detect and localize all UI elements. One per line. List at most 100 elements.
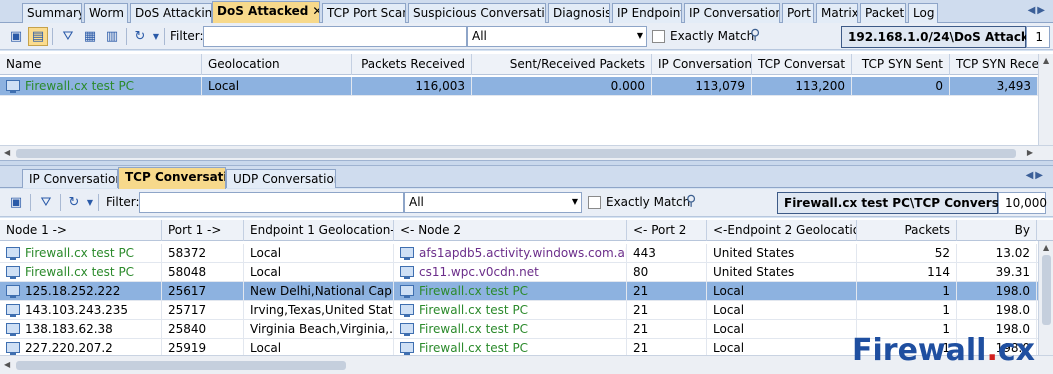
column-header[interactable]: <- Node 2: [394, 220, 627, 241]
computer-icon: [400, 247, 414, 260]
tab-tcp-conversation[interactable]: TCP Conversation: [118, 167, 226, 189]
geo1-cell: Local: [244, 263, 394, 282]
tab-diagnosis[interactable]: Diagnosis: [548, 3, 610, 23]
tab-ip-conversation-sub[interactable]: IP Conversation: [22, 169, 118, 188]
geo2-cell: United States: [707, 263, 857, 282]
tab-summary[interactable]: Summary: [22, 3, 82, 23]
tab-dos-attacked[interactable]: DoS Attacked✕: [212, 1, 320, 24]
top-toolbar: ▣ ▤ ⛛ ▦ ▥ ↻ ▼ Filter: All ▼ Exactly Match…: [0, 23, 1053, 50]
geo1-cell: Virginia Beach,Virginia,...: [244, 320, 394, 339]
computer-icon: [400, 342, 414, 355]
column-header[interactable]: IP Conversation: [652, 54, 752, 75]
scrollbar-thumb[interactable]: [1042, 255, 1051, 325]
close-icon[interactable]: ✕: [312, 4, 319, 18]
filter-input[interactable]: [139, 192, 404, 213]
bottom-grid-vertical-scrollbar[interactable]: ▲: [1038, 241, 1053, 359]
column-header[interactable]: <-Endpoint 2 Geolocation: [707, 220, 857, 241]
column-header[interactable]: Packets Received: [352, 54, 472, 75]
tab-packet[interactable]: Packet: [860, 3, 906, 23]
port2-cell: 21: [627, 282, 707, 301]
columns-icon[interactable]: ▥: [102, 27, 122, 46]
tab-matrix[interactable]: Matrix: [816, 3, 858, 23]
column-header[interactable]: Endpoint 1 Geolocation->: [244, 220, 394, 241]
exactly-match-label[interactable]: Exactly Match: [606, 195, 690, 209]
pin-icon[interactable]: ▤: [28, 27, 48, 46]
search-icon[interactable]: ⚲: [686, 193, 696, 209]
filter-scope-value: All: [409, 195, 424, 209]
tab-label: UDP Conversation: [233, 172, 336, 186]
ip-conversation-cell: 113,079: [652, 77, 752, 96]
scroll-left-icon[interactable]: ◀: [4, 360, 10, 369]
filter-input[interactable]: [203, 26, 467, 47]
scroll-right-icon[interactable]: ▶: [1027, 148, 1033, 157]
geo2-cell: Local: [707, 301, 857, 320]
table-row[interactable]: 125.18.252.222 25617 New Delhi,National Ca…: [0, 282, 1053, 301]
node-name: cs11.wpc.v0cdn.net: [419, 265, 539, 279]
export-icon[interactable]: ▦: [80, 27, 100, 46]
chevron-down-icon[interactable]: ▼: [146, 27, 166, 46]
scrollbar-thumb[interactable]: [16, 149, 1016, 158]
sub-tab-scroll-arrows-icon[interactable]: ◀▶: [1026, 170, 1045, 181]
tab-ip-endpoint[interactable]: IP Endpoint: [612, 3, 682, 23]
capsa-window: Summary Worm DoS Attacking DoS Attacked✕…: [0, 0, 1053, 374]
filter-clear-icon[interactable]: ⛛: [58, 27, 78, 46]
filter-scope-select[interactable]: All ▼: [467, 26, 647, 47]
column-header[interactable]: By: [957, 220, 1037, 241]
column-header[interactable]: TCP SYN Sent: [852, 54, 950, 75]
tab-port[interactable]: Port: [782, 3, 814, 23]
tab-log[interactable]: Log: [908, 3, 938, 23]
top-grid-header: Name Geolocation Packets Received Sent/R…: [0, 54, 1053, 75]
column-header[interactable]: Sent/Received Packets: [472, 54, 652, 75]
save-icon[interactable]: ▣: [6, 193, 26, 212]
computer-icon: [400, 285, 414, 298]
save-icon[interactable]: ▣: [6, 27, 26, 46]
column-header[interactable]: TCP Conversat: [752, 54, 852, 75]
node2-cell: cs11.wpc.v0cdn.net: [394, 263, 627, 282]
path-count: 10,000: [998, 192, 1047, 214]
table-row[interactable]: Firewall.cx test PC 58372 Local afs1apdb5.a…: [0, 244, 1053, 263]
scroll-up-icon[interactable]: ▲: [1043, 56, 1049, 65]
port1-cell: 25717: [162, 301, 244, 320]
path-count: 1: [1026, 26, 1050, 48]
column-header[interactable]: <- Port 2: [627, 220, 707, 241]
geo1-cell: Irving,Texas,United States: [244, 301, 394, 320]
tab-worm[interactable]: Worm: [84, 3, 128, 23]
port1-cell: 58048: [162, 263, 244, 282]
search-icon[interactable]: ⚲: [750, 27, 760, 43]
scroll-left-icon[interactable]: ◀: [4, 148, 10, 157]
packets-cell: 114: [857, 263, 957, 282]
filter-scope-select[interactable]: All ▼: [404, 192, 582, 213]
table-row[interactable]: Firewall.cx test PC Local 116,003 0.000 …: [0, 77, 1053, 96]
tab-label: TCP Conversation: [125, 170, 225, 184]
column-header[interactable]: Node 1 ->: [0, 220, 162, 241]
host-name: Firewall.cx test PC: [25, 79, 135, 93]
filter-scope-value: All: [472, 29, 487, 43]
node1-cell: Firewall.cx test PC: [0, 263, 162, 282]
tab-tcp-port-scan[interactable]: TCP Port Scan: [322, 3, 406, 23]
top-grid-horizontal-scrollbar[interactable]: ◀ ▶: [0, 145, 1053, 160]
sub-tab-strip: IP Conversation TCP Conversation UDP Con…: [0, 166, 1053, 189]
scrollbar-thumb[interactable]: [16, 361, 346, 370]
tab-suspicious-conversation[interactable]: Suspicious Conversation: [408, 3, 546, 23]
table-row[interactable]: 143.103.243.235 25717 Irving,Texas,United …: [0, 301, 1053, 320]
exactly-match-checkbox[interactable]: [588, 196, 601, 209]
chevron-down-icon[interactable]: ▼: [80, 193, 100, 212]
column-header[interactable]: Name: [0, 54, 202, 75]
exactly-match-checkbox[interactable]: [652, 30, 665, 43]
sent-received-cell: 0.000: [472, 77, 652, 96]
tab-udp-conversation[interactable]: UDP Conversation: [226, 169, 336, 188]
computer-icon: [6, 342, 20, 355]
column-header[interactable]: Port 1 ->: [162, 220, 244, 241]
tab-ip-conversation[interactable]: IP Conversation: [684, 3, 780, 23]
computer-icon: [400, 304, 414, 317]
scroll-up-icon[interactable]: ▲: [1043, 243, 1049, 252]
column-header[interactable]: Packets: [857, 220, 957, 241]
tab-scroll-arrows-icon[interactable]: ◀▶: [1028, 5, 1047, 16]
filter-clear-icon[interactable]: ⛛: [36, 193, 56, 212]
table-row[interactable]: Firewall.cx test PC 58048 Local cs11.wpc.v0…: [0, 263, 1053, 282]
tab-dos-attacking[interactable]: DoS Attacking: [130, 3, 212, 23]
node-name: Firewall.cx test PC: [25, 246, 135, 260]
syn-sent-cell: 0: [852, 77, 950, 96]
column-header[interactable]: Geolocation: [202, 54, 352, 75]
exactly-match-label[interactable]: Exactly Match: [670, 29, 754, 43]
